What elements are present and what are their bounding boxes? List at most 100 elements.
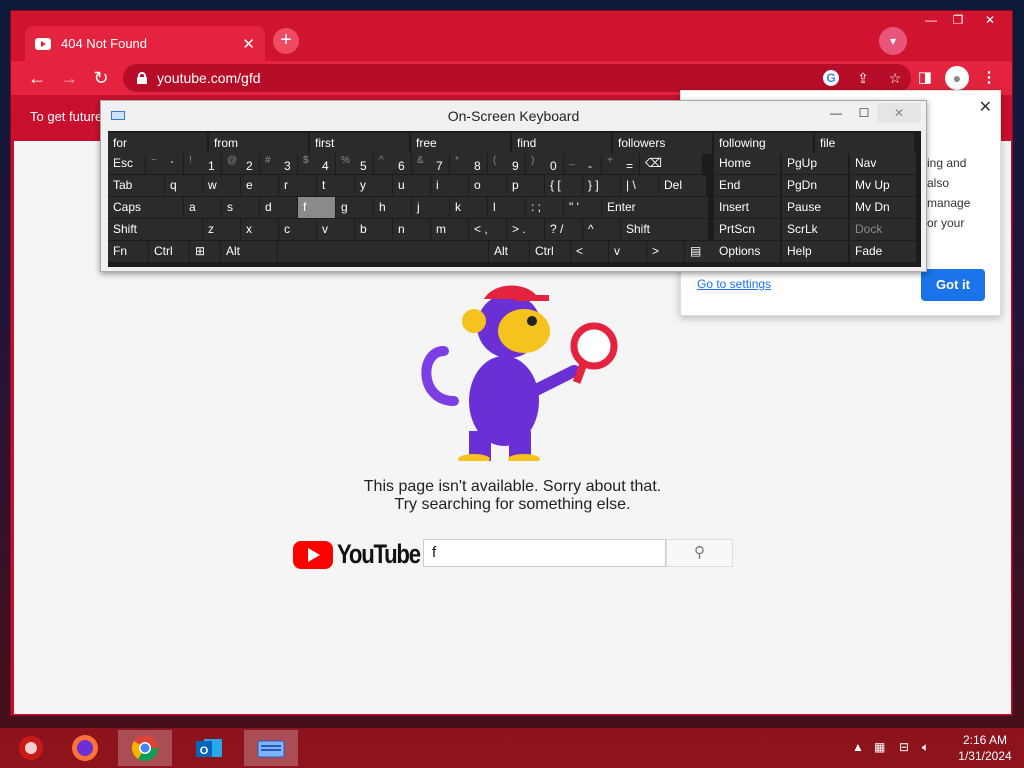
osk-key-=[interactable]: + =: [602, 153, 639, 174]
osk-key-6[interactable]: ^ 6: [374, 153, 411, 174]
outlook-icon[interactable]: O: [182, 730, 236, 766]
go-to-settings-link[interactable]: Go to settings: [697, 277, 771, 291]
osk-key-r[interactable]: r: [279, 175, 316, 196]
lock-icon[interactable]: [137, 72, 147, 84]
osk-nav-end[interactable]: End: [714, 175, 780, 196]
osk-key-3[interactable]: #3: [260, 153, 297, 174]
back-arrow-icon[interactable]: ←: [25, 66, 49, 90]
osk-key-o[interactable]: o: [469, 175, 506, 196]
osk-key-tab[interactable]: Tab: [108, 175, 164, 196]
tab-close-icon[interactable]: ✕: [242, 35, 255, 53]
osk-prediction-find[interactable]: find: [512, 133, 611, 154]
osk-key-n[interactable]: n: [393, 219, 430, 240]
osk-nav-scrlk[interactable]: ScrLk: [782, 219, 848, 240]
osk-key-e[interactable]: e: [241, 175, 278, 196]
osk-nav-help[interactable]: Help: [782, 241, 848, 262]
osk-key-ctrl[interactable]: Ctrl: [149, 241, 189, 262]
osk-nav-pgup[interactable]: PgUp: [782, 153, 848, 174]
osk-nav-prtscn[interactable]: PrtScn: [714, 219, 780, 240]
google-lens-icon[interactable]: G: [823, 70, 839, 86]
osk-key-9[interactable]: (9: [488, 153, 525, 174]
osk-key-a[interactable]: a: [184, 197, 221, 218]
osk-key-2[interactable]: @2: [222, 153, 259, 174]
osk-prediction-followers[interactable]: followers: [613, 133, 712, 154]
osk-close-button[interactable]: ✕: [877, 103, 921, 123]
osk-key-4[interactable]: $4: [298, 153, 335, 174]
osk-nav-mv-up[interactable]: Mv Up: [850, 175, 916, 196]
search-button[interactable]: ⚲: [666, 539, 733, 567]
osk-key-0[interactable]: ) 0: [526, 153, 563, 174]
osk-nav-options[interactable]: Options: [714, 241, 780, 262]
taskbar-app-icon[interactable]: [4, 730, 58, 766]
osk-key-d[interactable]: d: [260, 197, 297, 218]
osk-key-h[interactable]: h: [374, 197, 411, 218]
osk-prediction-for[interactable]: for: [108, 133, 207, 154]
osk-prediction-first[interactable]: first: [310, 133, 409, 154]
osk-key--[interactable]: _ -: [564, 153, 601, 174]
search-input[interactable]: f: [423, 539, 666, 567]
osk-key-b[interactable]: b: [355, 219, 392, 240]
osk-nav-fade[interactable]: Fade: [850, 241, 916, 262]
osk-key-: ;[interactable]: : ;: [526, 197, 563, 218]
osk-key-? /[interactable]: ? /: [545, 219, 582, 240]
minimize-button[interactable]: —: [916, 11, 946, 31]
tray-chevron-icon[interactable]: ▲: [852, 740, 864, 754]
osk-key-5[interactable]: % 5: [336, 153, 373, 174]
side-panel-icon[interactable]: ◨: [913, 66, 937, 90]
popup-close-icon[interactable]: ✕: [979, 97, 992, 117]
osk-key-shift[interactable]: Shift: [621, 219, 708, 240]
osk-key-`[interactable]: ~ `: [146, 153, 183, 174]
osk-key-g[interactable]: g: [336, 197, 373, 218]
osk-nav-mv-dn[interactable]: Mv Dn: [850, 197, 916, 218]
new-tab-button[interactable]: +: [273, 28, 299, 54]
osk-key-windows-icon[interactable]: ⊞: [190, 241, 220, 262]
osk-key-l[interactable]: l: [488, 197, 525, 218]
osk-nav-pause[interactable]: Pause: [782, 197, 848, 218]
bookmark-star-icon[interactable]: ☆: [887, 70, 903, 86]
maximize-button[interactable]: ❐: [943, 11, 973, 31]
chrome-icon[interactable]: [118, 730, 172, 766]
tab-search-chevron-icon[interactable]: ▾: [879, 27, 907, 55]
on-screen-keyboard-task-icon[interactable]: [244, 730, 298, 766]
share-icon[interactable]: ⇪: [855, 70, 871, 86]
osk-key-alt[interactable]: Alt: [221, 241, 277, 262]
osk-key-delete[interactable]: Del: [659, 175, 706, 196]
osk-nav-pgdn[interactable]: PgDn: [782, 175, 848, 196]
osk-key-f[interactable]: f: [298, 197, 335, 218]
osk-key-esc[interactable]: Esc: [108, 153, 145, 174]
youtube-logo[interactable]: YouTube: [293, 539, 438, 570]
osk-key-j[interactable]: j: [412, 197, 449, 218]
osk-key-8[interactable]: * 8: [450, 153, 487, 174]
osk-key-7[interactable]: & 7: [412, 153, 449, 174]
osk-nav-insert[interactable]: Insert: [714, 197, 780, 218]
osk-key-y[interactable]: y: [355, 175, 392, 196]
address-bar[interactable]: youtube.com/gfd G ⇪ ☆: [123, 64, 911, 92]
osk-key-ctrl-right[interactable]: Ctrl: [530, 241, 570, 262]
osk-key-1[interactable]: ! 1: [184, 153, 221, 174]
osk-key-c[interactable]: c: [279, 219, 316, 240]
osk-key-left-arrow[interactable]: <: [571, 241, 608, 262]
volume-muted-icon[interactable]: 🔈︎: [922, 740, 929, 755]
got-it-button[interactable]: Got it: [921, 269, 985, 301]
close-window-button[interactable]: ✕: [971, 11, 1009, 31]
osk-key-caps[interactable]: Caps: [108, 197, 183, 218]
tab-404[interactable]: 404 Not Found ✕: [25, 26, 265, 61]
osk-key-p[interactable]: p: [507, 175, 544, 196]
osk-nav-home[interactable]: Home: [714, 153, 780, 174]
osk-key-m[interactable]: m: [431, 219, 468, 240]
osk-key-} ][interactable]: } ]: [583, 175, 620, 196]
taskbar-clock[interactable]: 2:16 AM 1/31/2024: [950, 732, 1020, 764]
tray-devices-icon[interactable]: ⊟: [899, 740, 909, 754]
osk-key-k[interactable]: k: [450, 197, 487, 218]
osk-key-i[interactable]: i: [431, 175, 468, 196]
osk-prediction-free[interactable]: free: [411, 133, 510, 154]
osk-prediction-from[interactable]: from: [209, 133, 308, 154]
osk-key-shift[interactable]: Shift: [108, 219, 202, 240]
reload-icon[interactable]: ↻: [89, 66, 113, 90]
browser-menu-icon[interactable]: ⋮: [977, 66, 1001, 90]
osk-minimize-button[interactable]: —: [829, 103, 843, 123]
osk-key-space[interactable]: [278, 241, 488, 262]
osk-key-enter[interactable]: Enter: [602, 197, 708, 218]
osk-key-z[interactable]: z: [203, 219, 240, 240]
osk-key-q[interactable]: q: [165, 175, 202, 196]
